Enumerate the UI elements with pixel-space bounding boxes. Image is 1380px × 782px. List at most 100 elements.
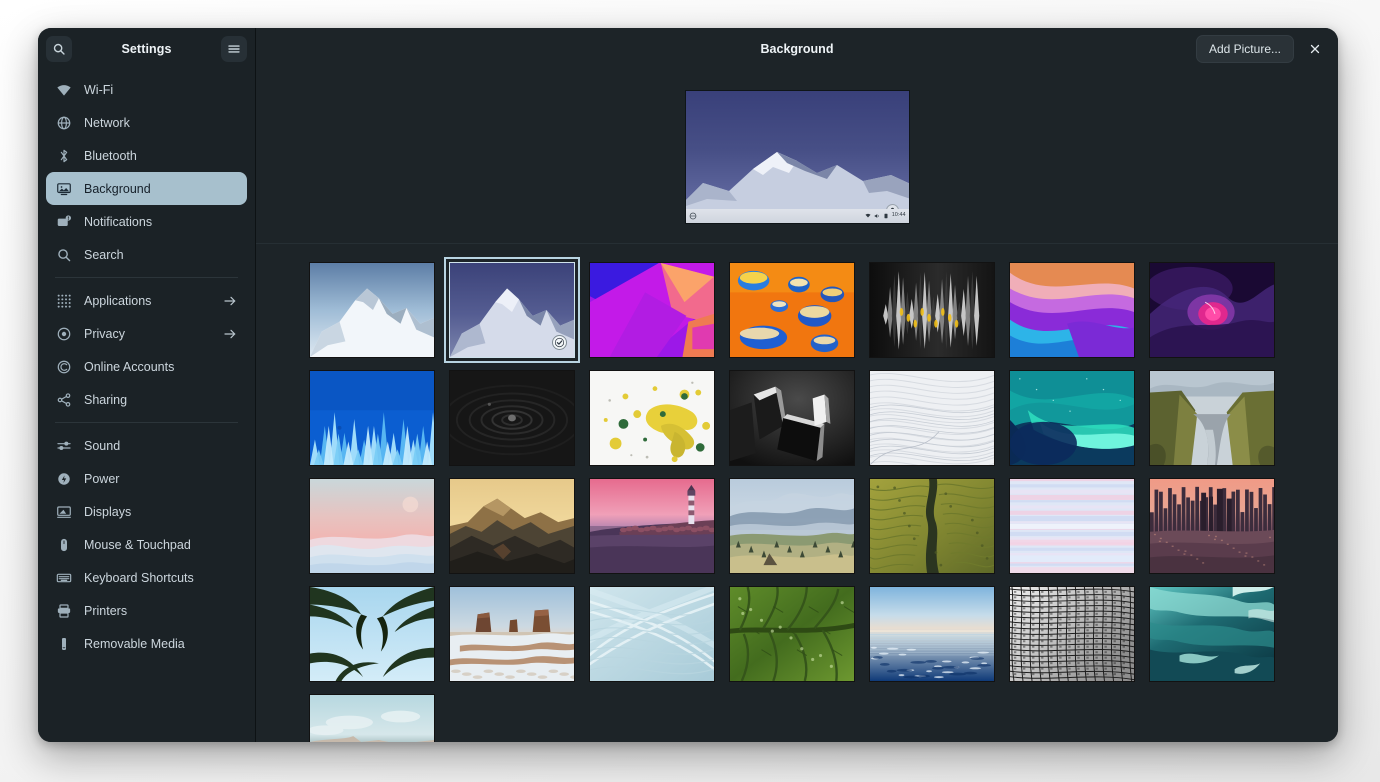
sidebar-item-label: Notifications	[84, 214, 153, 229]
wallpaper-tile-green-canyon[interactable]	[1149, 370, 1275, 466]
wallpaper-thumbnail	[310, 371, 434, 465]
wallpaper-tile-purple-pink-glow[interactable]	[1149, 262, 1275, 358]
sidebar-item-sound[interactable]: Sound	[46, 429, 247, 462]
wallpaper-thumbnail	[870, 587, 994, 681]
search-button[interactable]	[46, 36, 72, 62]
wallpaper-tile-teal-ice-cave[interactable]	[1149, 586, 1275, 682]
wallpaper-thumbnail	[1150, 587, 1274, 681]
wallpaper-tile-yellow-paint-splash[interactable]	[589, 370, 715, 466]
search-icon	[55, 246, 72, 263]
arrow-right-icon	[222, 293, 238, 309]
wallpaper-tile-pastel-clouds[interactable]	[1009, 478, 1135, 574]
close-window-button[interactable]	[1302, 36, 1328, 62]
wallpaper-thumbnail	[1150, 479, 1274, 573]
wallpaper-thumbnail	[1010, 371, 1134, 465]
sidebar-item-privacy[interactable]: Privacy	[46, 317, 247, 350]
sidebar-item-search[interactable]: Search	[46, 238, 247, 271]
sidebar-item-online-accounts[interactable]: Online Accounts	[46, 350, 247, 383]
wallpaper-thumbnail	[870, 479, 994, 573]
sidebar-item-bluetooth[interactable]: Bluetooth	[46, 139, 247, 172]
sidebar-item-power[interactable]: Power	[46, 462, 247, 495]
sidebar-item-label: Sharing	[84, 392, 128, 407]
network-globe-icon	[55, 114, 72, 131]
wallpaper-tile-black-ripple[interactable]	[449, 370, 575, 466]
current-background-preview[interactable]: 10:44	[684, 89, 910, 224]
search-icon	[52, 42, 66, 56]
sidebar-item-removable-media[interactable]: Removable Media	[46, 627, 247, 660]
wallpaper-grid-zone	[256, 244, 1338, 742]
wallpaper-tile-pink-dunes[interactable]	[309, 478, 435, 574]
printer-icon	[55, 602, 72, 619]
mouse-icon	[55, 536, 72, 553]
sidebar-item-label: Online Accounts	[84, 359, 175, 374]
wallpaper-tile-misty-valley[interactable]	[729, 478, 855, 574]
add-picture-button[interactable]: Add Picture...	[1195, 35, 1294, 63]
wallpaper-thumbnail	[730, 479, 854, 573]
main-menu-button[interactable]	[221, 36, 247, 62]
wallpaper-tile-abstract-magenta-shards[interactable]	[589, 262, 715, 358]
wallpaper-tile-city-skyline-dusk[interactable]	[1149, 478, 1275, 574]
wallpaper-tile-purple-cyan-waves[interactable]	[1009, 262, 1135, 358]
sidebar-item-displays[interactable]: Displays	[46, 495, 247, 528]
sidebar-item-label: Background	[84, 181, 151, 196]
wallpaper-thumbnail	[590, 587, 714, 681]
wallpaper-tile-white-wave-lines[interactable]	[869, 370, 995, 466]
sidebar-item-label: Displays	[84, 504, 132, 519]
wallpaper-thumbnail	[450, 587, 574, 681]
sidebar-item-label: Privacy	[84, 326, 125, 341]
wallpaper-thumbnail	[590, 371, 714, 465]
sidebar-item-background[interactable]: Background	[46, 172, 247, 205]
online-accounts-icon	[55, 358, 72, 375]
preview-status-icons: 10:44	[865, 212, 906, 219]
wallpaper-tile-bw-geometric-blocks[interactable]	[729, 370, 855, 466]
wallpaper-thumbnail	[310, 587, 434, 681]
wallpaper-tile-teal-aurora[interactable]	[1009, 370, 1135, 466]
sidebar-item-sharing[interactable]: Sharing	[46, 383, 247, 416]
wallpaper-thumbnail	[310, 263, 434, 357]
sidebar-item-wi-fi[interactable]: Wi-Fi	[46, 73, 247, 106]
wallpaper-tile-snowy-monument-valley[interactable]	[449, 586, 575, 682]
sidebar-item-keyboard-shortcuts[interactable]: Keyboard Shortcuts	[46, 561, 247, 594]
wallpaper-tile-blue-ocean-horizon[interactable]	[869, 586, 995, 682]
activities-icon	[689, 211, 698, 220]
wallpaper-tile-coastal-beach[interactable]	[309, 694, 435, 742]
sidebar-item-printers[interactable]: Printers	[46, 594, 247, 627]
wifi-icon	[865, 213, 871, 219]
wallpaper-thumbnail	[450, 371, 574, 465]
wallpaper-tile-gray-facade-pattern[interactable]	[1009, 586, 1135, 682]
wallpaper-tile-blue-crystal-spikes[interactable]	[309, 370, 435, 466]
wallpaper-thumbnail	[450, 479, 574, 573]
sidebar-item-label: Printers	[84, 603, 128, 618]
settings-window: Settings Wi-Fi Network Bluetooth Background…	[38, 28, 1338, 742]
sidebar-item-notifications[interactable]: Notifications	[46, 205, 247, 238]
removable-media-icon	[55, 635, 72, 652]
sidebar-item-network[interactable]: Network	[46, 106, 247, 139]
sidebar-separator	[55, 277, 238, 278]
sound-sliders-icon	[55, 437, 72, 454]
wallpaper-thumbnail	[1150, 371, 1274, 465]
sidebar-item-label: Network	[84, 115, 130, 130]
wallpaper-tile-dark-spikes[interactable]	[869, 262, 995, 358]
sidebar-title: Settings	[121, 42, 172, 56]
wallpaper-thumbnail	[1010, 587, 1134, 681]
wallpaper-tile-pink-lighthouse[interactable]	[589, 478, 715, 574]
sidebar: Settings Wi-Fi Network Bluetooth Background…	[38, 28, 256, 742]
wallpaper-tile-orange-droplets[interactable]	[729, 262, 855, 358]
wallpaper-tile-mountain-sunset[interactable]	[449, 478, 575, 574]
sidebar-item-label: Removable Media	[84, 636, 185, 651]
sidebar-item-label: Bluetooth	[84, 148, 137, 163]
wallpaper-tile-mountain-daylight[interactable]	[309, 262, 435, 358]
wallpaper-tile-palm-fronds[interactable]	[309, 586, 435, 682]
hamburger-menu-icon	[227, 42, 241, 56]
background-monitor-icon	[55, 180, 72, 197]
wallpaper-tile-green-river-delta[interactable]	[869, 478, 995, 574]
screen: Settings Wi-Fi Network Bluetooth Background…	[0, 0, 1380, 782]
wallpaper-tile-green-leaf-macro[interactable]	[729, 586, 855, 682]
displays-icon	[55, 503, 72, 520]
sidebar-item-mouse-touchpad[interactable]: Mouse & Touchpad	[46, 528, 247, 561]
sidebar-item-applications[interactable]: Applications	[46, 284, 247, 317]
wallpaper-tile-mountain-dusk[interactable]	[444, 257, 580, 363]
wallpaper-tile-light-blue-curves[interactable]	[589, 586, 715, 682]
privacy-eye-icon	[55, 325, 72, 342]
wallpaper-thumbnail	[730, 371, 854, 465]
